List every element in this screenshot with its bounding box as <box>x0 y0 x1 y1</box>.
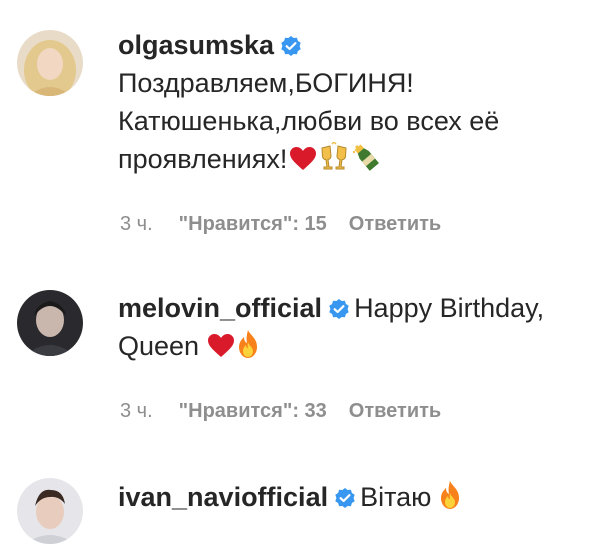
red-heart-icon <box>207 333 235 359</box>
comment-text-line: Happy Birthday, <box>354 293 545 323</box>
comment-timestamp: 3 ч. <box>120 213 153 235</box>
comment-text-line: Катюшенька,любви во всех её <box>118 106 500 136</box>
red-heart-icon <box>289 146 317 172</box>
fire-icon <box>439 480 461 510</box>
comment-text-line: Вітаю <box>360 482 432 512</box>
comment-text-line: Queen <box>118 331 200 361</box>
comment-timestamp: 3 ч. <box>120 400 153 422</box>
avatar[interactable] <box>17 478 83 544</box>
verified-badge-icon <box>280 35 302 57</box>
comment-username[interactable]: melovin_official <box>118 293 322 323</box>
comment-username[interactable]: ivan_naviofficial <box>118 482 328 512</box>
comment-username[interactable]: olgasumska <box>118 30 274 60</box>
avatar[interactable] <box>17 290 83 356</box>
champagne-bottle-icon <box>351 142 381 172</box>
verified-badge-icon <box>334 487 356 509</box>
avatar[interactable] <box>17 30 83 96</box>
clinking-glasses-icon <box>319 142 349 172</box>
reply-button[interactable]: Ответить <box>349 213 441 235</box>
comment-likes[interactable]: "Нравится": 33 <box>179 400 327 422</box>
comment-text-line: Поздравляем,БОГИНЯ! <box>118 68 414 98</box>
fire-icon <box>237 329 259 359</box>
comment-text-line: проявлениях! <box>118 144 288 174</box>
comment-likes[interactable]: "Нравится": 15 <box>179 213 327 235</box>
reply-button[interactable]: Ответить <box>349 400 441 422</box>
verified-badge-icon <box>328 298 350 320</box>
